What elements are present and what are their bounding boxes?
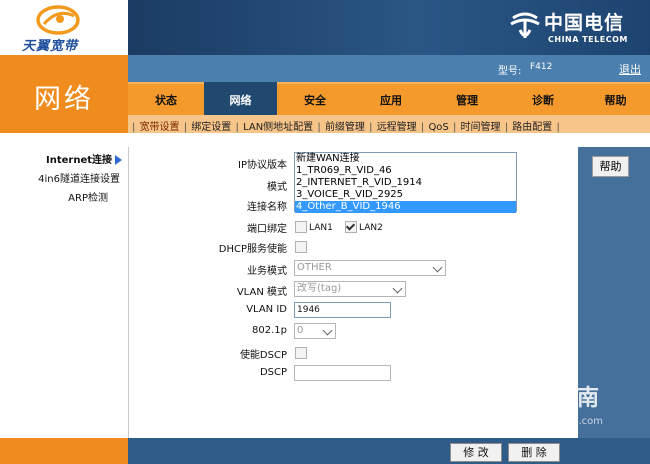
section-title: 网络 <box>34 84 94 115</box>
model-label: 型号: <box>498 66 522 77</box>
subnav-separator: | <box>235 122 239 133</box>
bottom-left-tile <box>0 438 128 464</box>
tianyi-swirl-icon <box>36 5 80 35</box>
chevron-down-icon <box>322 325 333 336</box>
subnav-separator: | <box>556 122 560 133</box>
tab-help[interactable]: 帮助 <box>581 84 650 117</box>
vlan-mode-label: VLAN 模式 <box>236 287 287 298</box>
lan2-label: LAN2 <box>359 223 383 233</box>
tab-management[interactable]: 管理 <box>429 84 505 117</box>
subnav-separator: | <box>317 122 321 133</box>
tab-status[interactable]: 状态 <box>128 84 204 117</box>
port-bind-label: 端口绑定 <box>247 224 287 235</box>
dhcp-label: DHCP服务使能 <box>218 244 287 255</box>
connection-option[interactable]: 2_INTERNET_R_VID_1914 <box>295 177 516 189</box>
main-tabs: 状态 网络 安全 应用 管理 诊断 帮助 <box>128 82 650 117</box>
service-mode-select[interactable]: OTHER <box>294 260 446 276</box>
arrow-right-icon <box>115 155 122 165</box>
subnav-qos[interactable]: QoS <box>428 122 448 133</box>
connection-option[interactable]: 3_VOICE_R_VID_2925 <box>295 189 516 201</box>
8021p-label: 802.1p <box>252 325 287 336</box>
dhcp-checkbox[interactable] <box>295 241 307 253</box>
subnav-separator: | <box>369 122 373 133</box>
sogou-logo-icon <box>469 375 503 409</box>
watermark-url: zhinan.sogou.com <box>512 416 604 427</box>
tab-network[interactable]: 网络 <box>204 82 277 117</box>
ip-protocol-label: IP协议版本 <box>238 160 287 171</box>
subnav-remote[interactable]: 远程管理 <box>377 122 417 133</box>
8021p-select[interactable]: 0 <box>294 323 336 339</box>
subnav-separator: | <box>504 122 509 133</box>
subnav-separator: | <box>420 122 425 133</box>
tab-application[interactable]: 应用 <box>353 84 429 117</box>
lan2-checkbox[interactable] <box>345 221 357 233</box>
modify-button[interactable]: 修 改 <box>450 443 502 462</box>
chevron-down-icon <box>432 262 443 273</box>
service-mode-value: OTHER <box>297 262 332 273</box>
vlan-id-label: VLAN ID <box>246 304 287 315</box>
subnav-time[interactable]: 时间管理 <box>461 122 501 133</box>
sub-navigation: | 宽带设置 | 绑定设置 | LAN侧地址配置 | 前缀管理 | 远程管理 |… <box>128 115 650 133</box>
lan1-checkbox[interactable] <box>295 221 307 233</box>
tab-security[interactable]: 安全 <box>277 84 353 117</box>
subnav-routing[interactable]: 路由配置 <box>512 122 552 133</box>
top-banner: 天翼宽带 中国电信 CHINA TELECOM <box>0 0 650 55</box>
dscp-label: DSCP <box>259 367 287 378</box>
tianyi-logo-text: 天翼宽带 <box>22 39 79 54</box>
china-telecom-en: CHINA TELECOM <box>548 35 628 44</box>
sidebar-item-internet[interactable]: Internet连接 <box>46 151 122 166</box>
sogou-watermark: 搜狗指南 zhinan.sogou.com <box>468 372 638 442</box>
tab-diagnosis[interactable]: 诊断 <box>505 84 581 117</box>
model-value: F412 <box>530 62 553 72</box>
subnav-separator: | <box>132 122 136 133</box>
mode-label: 模式 <box>267 182 287 193</box>
service-mode-label: 业务模式 <box>247 266 287 277</box>
tianyi-logo: 天翼宽带 <box>6 2 116 54</box>
subnav-separator: | <box>452 122 457 133</box>
header-band: 网络 型号: F412 退出 状态 网络 安全 应用 管理 诊断 帮助 | 宽带… <box>0 55 650 133</box>
subnav-lan-address[interactable]: LAN侧地址配置 <box>243 122 313 133</box>
connection-option[interactable]: 1_TR069_R_VID_46 <box>295 165 516 177</box>
lan1-label: LAN1 <box>309 223 333 233</box>
connection-option-selected[interactable]: 4_Other_B_VID_1946 <box>295 201 516 213</box>
china-telecom-logo: 中国电信 CHINA TELECOM <box>506 8 646 48</box>
sidebar-item-4in6[interactable]: 4in6隧道连接设置 <box>38 170 120 185</box>
connection-list[interactable]: 新建WAN连接 1_TR069_R_VID_46 2_INTERNET_R_VI… <box>294 152 517 213</box>
subnav-binding[interactable]: 绑定设置 <box>191 122 231 133</box>
8021p-value: 0 <box>297 325 304 336</box>
china-telecom-cn: 中国电信 <box>544 12 625 34</box>
subnav-separator: | <box>183 122 188 133</box>
model-row: 型号: F412 退出 <box>128 55 650 82</box>
dscp-input[interactable] <box>294 365 391 381</box>
top-right-panel: 中国电信 CHINA TELECOM <box>128 0 650 55</box>
subnav-broadband[interactable]: 宽带设置 <box>140 122 180 133</box>
sidebar-item-label: Internet连接 <box>45 155 112 166</box>
help-button[interactable]: 帮助 <box>592 156 629 177</box>
chevron-down-icon <box>392 283 403 294</box>
vlan-mode-select[interactable]: 改写(tag) <box>294 281 406 297</box>
connection-name-label: 连接名称 <box>247 202 287 213</box>
sidebar-item-arp[interactable]: ARP检测 <box>68 189 108 204</box>
connection-option[interactable]: 新建WAN连接 <box>295 153 516 165</box>
delete-button[interactable]: 删 除 <box>508 443 560 462</box>
vlan-mode-value: 改写(tag) <box>297 283 342 294</box>
top-left-panel: 天翼宽带 <box>0 0 128 55</box>
vlan-id-input[interactable]: 1946 <box>294 302 391 318</box>
left-sidebar: Internet连接 4in6隧道连接设置 ARP检测 <box>0 133 128 464</box>
china-telecom-emblem-icon <box>510 12 540 38</box>
content-top-strip <box>128 133 650 147</box>
logout-link[interactable]: 退出 <box>619 61 641 77</box>
section-tile: 网络 <box>0 55 128 133</box>
watermark-text: 搜狗指南 <box>508 386 601 411</box>
dscp-enable-label: 使能DSCP <box>239 350 287 361</box>
dscp-enable-checkbox[interactable] <box>295 347 307 359</box>
subnav-prefix[interactable]: 前缀管理 <box>325 122 365 133</box>
